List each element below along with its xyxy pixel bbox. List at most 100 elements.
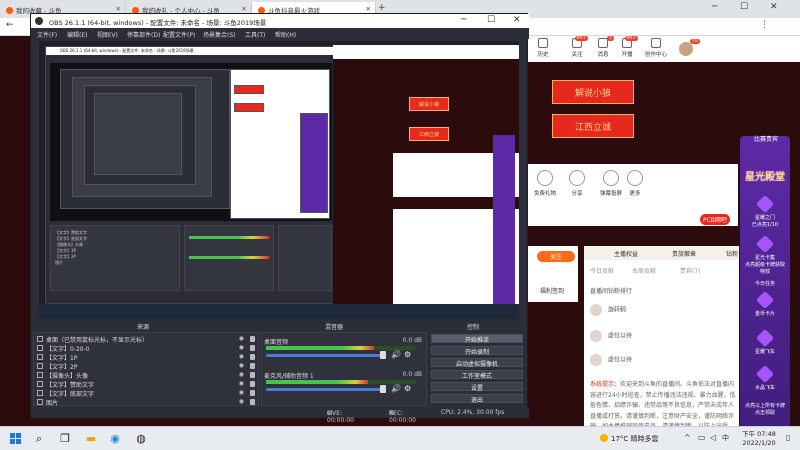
task-view-icon[interactable]: ❐ [58,432,72,446]
promo-item[interactable]: 星光卡集 点亮超级卡牌获取特效 [744,234,786,275]
menu-profile[interactable]: 配置文件(P) [163,30,195,39]
volume-icon[interactable]: ◁ [710,433,716,442]
tab-noble-badge[interactable]: 贵族徽章 [672,249,696,258]
chrome-icon[interactable]: ◉ [108,432,122,446]
tool-more[interactable]: 更多 [618,170,652,197]
virtual-camera-button[interactable]: 启动虚拟摄像机 [431,358,523,368]
close-icon[interactable]: ✕ [116,5,121,13]
lock-icon[interactable] [250,336,255,342]
header-messages[interactable]: 消息 1 [592,36,614,58]
studio-mode-button[interactable]: 工作室模式 [431,370,523,380]
source-item[interactable]: 【文字】底部文字 ◉ [36,389,258,398]
slider-handle[interactable] [380,385,386,393]
maximize-icon[interactable]: ☐ [487,15,495,25]
settings-button[interactable]: 设置 [431,382,523,392]
exit-button[interactable]: 退出 [431,394,523,404]
source-item[interactable]: 【文字】赞助文字 ◉ [36,380,258,389]
tab-vip[interactable]: 贵宾(7) [680,266,701,275]
source-item[interactable]: 【文字】0-20-0 ◉ [36,344,258,353]
maximize-icon[interactable]: ☐ [740,2,748,12]
menu-icon[interactable]: ⋮ [760,20,769,30]
promo-item[interactable]: 点亮以上所有卡牌 点击领取 [744,402,786,416]
speaker-icon[interactable]: 🔊 [391,384,401,393]
menu-tools[interactable]: 工具(T) [245,30,265,39]
follow-button[interactable]: 关注 [537,251,575,262]
lock-icon[interactable] [250,372,255,378]
menu-help[interactable]: 帮助(H) [275,30,296,39]
ime-indicator[interactable]: 中 [722,433,729,443]
lock-icon[interactable] [250,390,255,396]
file-explorer-icon[interactable]: ▬ [84,432,98,446]
tab-diamond-fans[interactable]: 钻粉 [726,249,738,258]
menu-scene-collection[interactable]: 场景集合(S) [203,30,236,39]
header-go-live[interactable]: 开播 99+ [616,36,638,58]
pcbang-badge[interactable]: PCB网吧 [700,214,730,225]
tab-anchor-rights[interactable]: 主播权益 [614,249,638,258]
eye-icon[interactable]: ◉ [239,389,244,396]
minimize-icon[interactable]: ─ [461,15,466,25]
gem-icon [755,290,775,310]
source-item[interactable]: 【文字】2P ◉ [36,362,258,371]
volume-slider[interactable] [266,388,384,391]
checkin-link[interactable]: 福利签到 [540,286,564,295]
weather-widget[interactable]: 17°C 晴時多雲 [600,434,659,444]
list-item[interactable]: 旋转鹤 [590,304,626,316]
lock-icon[interactable] [250,381,255,387]
banner-button-1[interactable]: 解说小狼 [552,80,634,104]
close-icon[interactable]: ✕ [770,2,778,12]
eye-icon[interactable]: ◉ [239,353,244,360]
lock-icon[interactable] [250,399,255,405]
tool-free-gift[interactable]: 免费礼物 [528,170,562,197]
tab-today[interactable]: 今日贡献 [590,266,614,275]
minimize-icon[interactable]: ─ [712,2,717,12]
new-tab-button[interactable]: + [378,3,386,13]
promo-item[interactable]: 水晶飞车 [744,364,786,391]
source-item[interactable]: 桌面（已禁用鼠标光标，不显示光标） ◉ [36,335,258,344]
promo-item[interactable]: 星耀飞车 [744,328,786,355]
gear-icon[interactable]: ⚙ [404,384,411,393]
obs-icon[interactable]: ◍ [134,432,148,446]
banner-button-2[interactable]: 江西立诚 [552,114,634,138]
obs-preview[interactable]: OBS 26.1.1 (64-bit, windows) - 配置文件: 未命名… [39,41,519,319]
start-recording-button[interactable]: 开始录制 [431,346,523,356]
network-icon[interactable]: ▭ [698,433,706,442]
eye-icon[interactable]: ◉ [239,398,244,405]
promo-item[interactable]: 今日任务 [744,280,786,287]
menu-file[interactable]: 文件(F) [37,30,57,39]
source-item[interactable]: 【文字】1P ◉ [36,353,258,362]
header-history[interactable]: 历史 [532,38,554,58]
back-icon[interactable]: ← [6,20,14,30]
menu-view[interactable]: 视图(V) [97,30,118,39]
menu-edit[interactable]: 编辑(E) [67,30,87,39]
eye-icon[interactable]: ◉ [239,371,244,378]
gear-icon[interactable]: ⚙ [404,350,411,359]
clock[interactable]: 下午 07:48 2022/1/20 [736,430,782,448]
eye-icon[interactable]: ◉ [239,380,244,387]
search-icon[interactable]: ⌕ [32,432,46,446]
close-icon[interactable]: ✕ [366,5,371,13]
promo-item[interactable]: 星耀之门 已点亮1/10 [744,194,786,228]
header-creator-center[interactable]: 创作中心 [640,38,672,58]
speaker-icon[interactable]: 🔊 [391,350,401,359]
lock-icon[interactable] [250,363,255,369]
tab-week[interactable]: 本周贡献 [632,266,656,275]
windows-start-icon[interactable] [10,433,22,445]
menu-docks[interactable]: 停靠部件(D) [127,30,160,39]
tool-share[interactable]: 分享 [560,170,594,197]
close-icon[interactable]: ✕ [513,15,521,25]
start-streaming-button[interactable]: 开始推流 [431,334,523,344]
header-follow[interactable]: 关注 99+ [566,36,588,58]
eye-icon[interactable]: ◉ [239,335,244,342]
promo-item[interactable]: 金币卡片 [744,290,786,317]
slider-handle[interactable] [380,351,386,359]
volume-slider[interactable] [266,354,384,357]
source-item[interactable]: 【摄像头】头像 ◉ [36,371,258,380]
notification-icon[interactable]: ▯ [786,433,790,442]
tray-chevron-icon[interactable]: ^ [684,433,691,442]
lock-icon[interactable] [250,345,255,351]
eye-icon[interactable]: ◉ [239,344,244,351]
close-icon[interactable]: ✕ [242,5,247,13]
source-item[interactable]: 图片 ◉ [36,398,258,407]
eye-icon[interactable]: ◉ [239,362,244,369]
lock-icon[interactable] [250,354,255,360]
